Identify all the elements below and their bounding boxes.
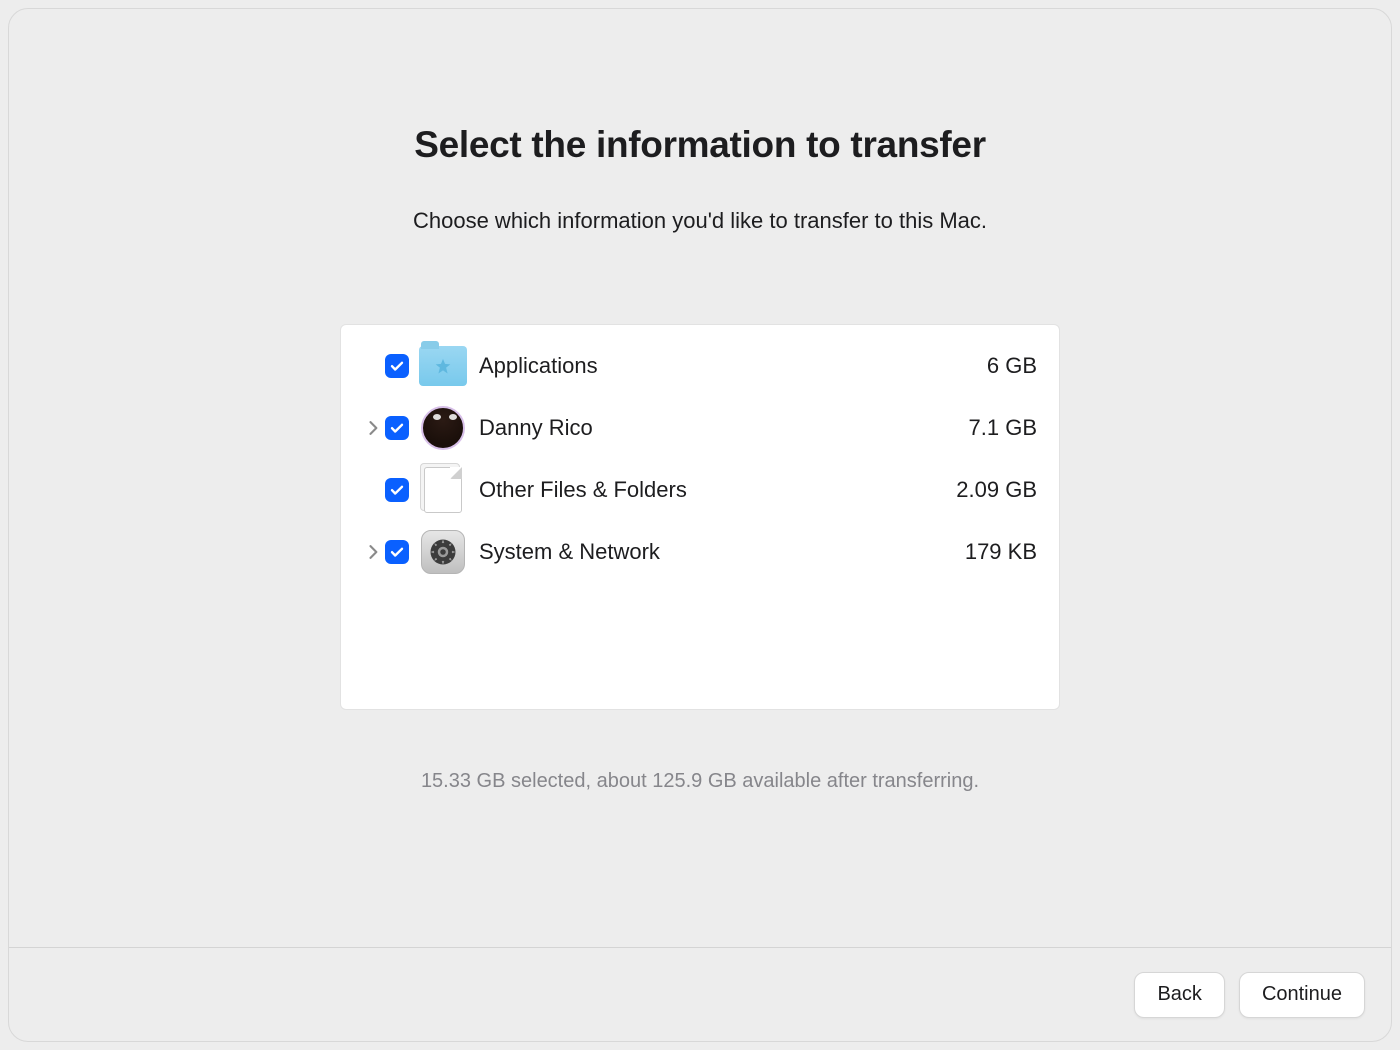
checkmark-icon — [389, 420, 405, 436]
disclosure-toggle[interactable] — [363, 421, 385, 435]
item-size: 179 KB — [965, 539, 1037, 565]
item-size: 2.09 GB — [956, 477, 1037, 503]
chevron-right-icon — [369, 545, 379, 559]
user-avatar-icon — [419, 404, 467, 452]
checkbox-system-network[interactable] — [385, 540, 409, 564]
disclosure-toggle[interactable] — [363, 545, 385, 559]
page-title: Select the information to transfer — [414, 124, 986, 166]
transfer-items-list: Applications 6 GB Danny Rico 7.1 GB — [340, 324, 1060, 710]
checkmark-icon — [389, 544, 405, 560]
checkbox-applications[interactable] — [385, 354, 409, 378]
content-area: Select the information to transfer Choos… — [9, 9, 1391, 947]
item-label: Danny Rico — [479, 415, 969, 441]
checkmark-icon — [389, 358, 405, 374]
gear-icon — [428, 537, 458, 567]
migration-assistant-window: Select the information to transfer Choos… — [8, 8, 1392, 1042]
checkbox-other-files[interactable] — [385, 478, 409, 502]
chevron-right-icon — [369, 421, 379, 435]
item-size: 6 GB — [987, 353, 1037, 379]
item-size: 7.1 GB — [969, 415, 1037, 441]
list-item-system-network[interactable]: System & Network 179 KB — [363, 521, 1037, 583]
checkmark-icon — [389, 482, 405, 498]
list-item-applications[interactable]: Applications 6 GB — [363, 335, 1037, 397]
settings-gear-icon — [419, 528, 467, 576]
applications-folder-icon — [419, 342, 467, 390]
checkbox-user[interactable] — [385, 416, 409, 440]
item-label: Applications — [479, 353, 987, 379]
status-summary: 15.33 GB selected, about 125.9 GB availa… — [421, 770, 979, 793]
item-label: System & Network — [479, 539, 965, 565]
continue-button[interactable]: Continue — [1239, 972, 1365, 1018]
documents-icon — [419, 466, 467, 514]
item-label: Other Files & Folders — [479, 477, 956, 503]
list-item-other-files[interactable]: Other Files & Folders 2.09 GB — [363, 459, 1037, 521]
list-item-user-danny-rico[interactable]: Danny Rico 7.1 GB — [363, 397, 1037, 459]
page-subtitle: Choose which information you'd like to t… — [413, 208, 987, 234]
back-button[interactable]: Back — [1134, 972, 1224, 1018]
footer-bar: Back Continue — [9, 947, 1391, 1041]
